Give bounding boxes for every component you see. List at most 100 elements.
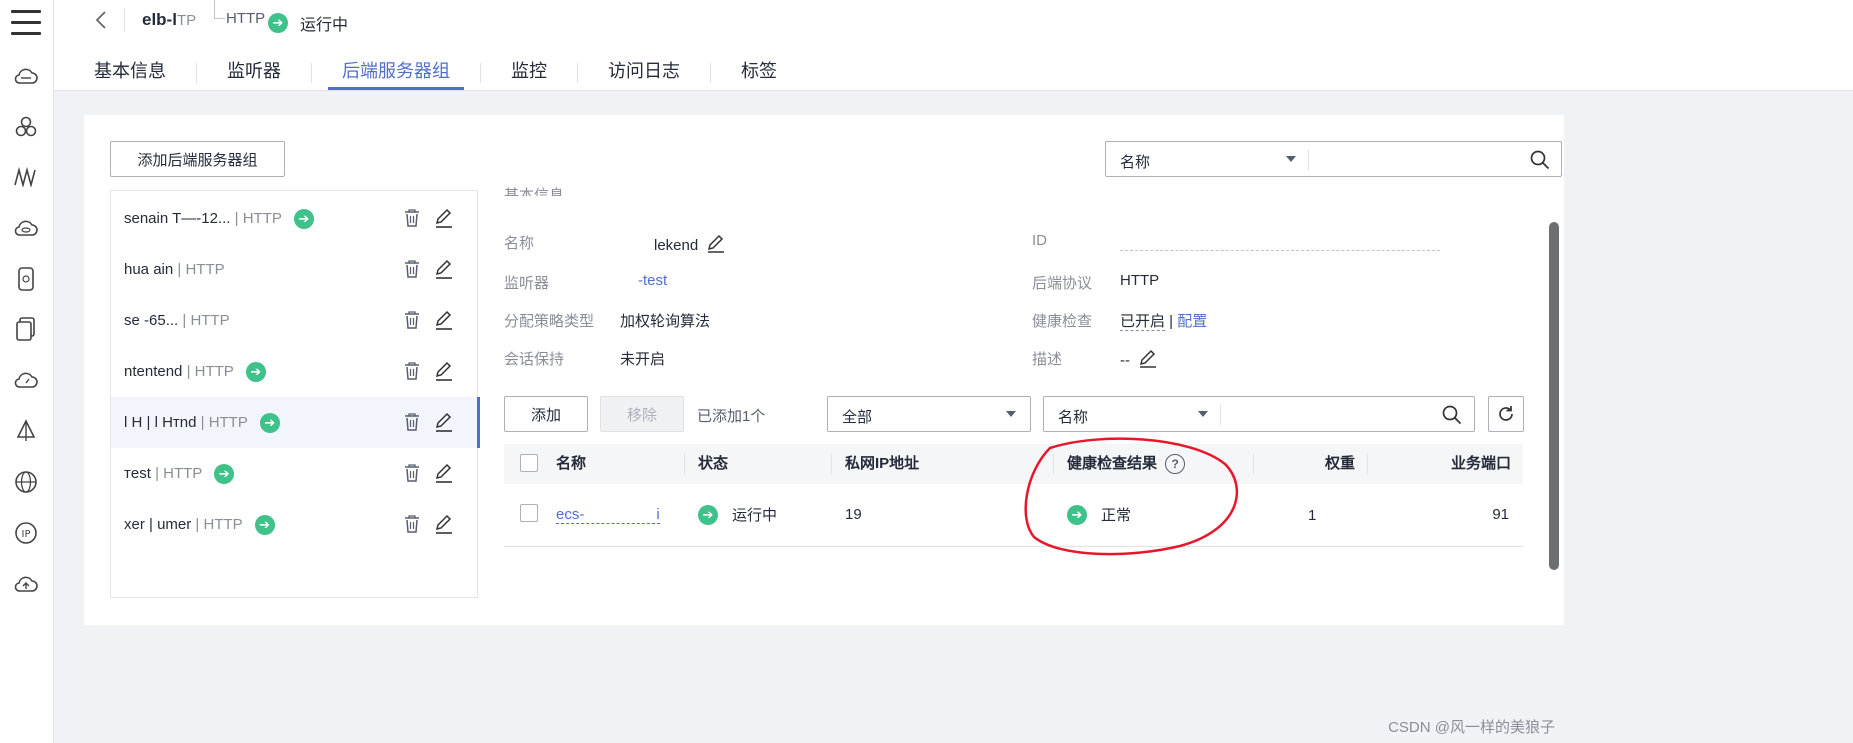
remove-member-button[interactable]: 移除 <box>600 396 684 432</box>
delete-icon[interactable] <box>404 362 420 380</box>
tab-access-logs[interactable]: 访问日志 <box>608 56 680 90</box>
tab-tags[interactable]: 标签 <box>741 56 777 90</box>
chevron-left-icon[interactable] <box>94 10 108 36</box>
group-name: тest | HTTP ➔ <box>124 463 235 484</box>
edit-icon[interactable] <box>434 361 454 381</box>
listener-link[interactable]: -test <box>638 272 667 289</box>
delete-icon[interactable] <box>404 413 420 431</box>
running-status-icon: ➔ <box>698 504 718 525</box>
description-label: 描述 <box>1032 351 1063 368</box>
col-name: 名称 <box>556 455 587 472</box>
tab-backend-server-groups[interactable]: 后端服务器组 <box>328 56 464 90</box>
edit-icon[interactable] <box>434 208 454 228</box>
group-name: hua ain | HTTP <box>124 261 225 278</box>
name-label: 名称 <box>504 235 535 252</box>
cloud-upload-icon[interactable] <box>11 570 41 600</box>
left-nav-rail: IP <box>0 0 54 743</box>
page-title: elb-lTP <box>142 10 197 29</box>
tab-basic-info[interactable]: 基本信息 <box>94 56 166 90</box>
group-name: ntentend | HTTP ➔ <box>124 361 266 382</box>
filter-select-value[interactable]: 名称 <box>1120 151 1150 172</box>
cloud-database-icon[interactable] <box>11 214 41 244</box>
health-config-link[interactable]: 配置 <box>1177 313 1207 330</box>
member-name-link[interactable]: ecs-i <box>556 506 660 524</box>
cloud-server-icon[interactable] <box>11 62 41 92</box>
edit-icon[interactable] <box>434 463 454 483</box>
name-value: lekend <box>654 233 726 257</box>
session-sticky-label: 会话保持 <box>504 351 565 368</box>
member-filter-select[interactable]: 名称 <box>1058 406 1088 427</box>
running-status-icon: ➔ <box>268 13 288 33</box>
col-private-ip: 私网IP地址 <box>845 455 920 472</box>
ip-icon[interactable]: IP <box>11 518 41 548</box>
running-status-icon: ➔ <box>254 514 275 535</box>
delete-icon[interactable] <box>404 464 420 482</box>
member-count: 已添加1个 <box>697 408 766 425</box>
member-search-input[interactable] <box>1228 401 1432 429</box>
container-icon[interactable] <box>11 314 41 344</box>
phone-icon[interactable] <box>11 264 41 294</box>
delete-icon[interactable] <box>404 311 420 329</box>
add-member-button[interactable]: 添加 <box>504 396 588 432</box>
edit-icon[interactable] <box>434 310 454 330</box>
vertical-scrollbar[interactable] <box>1549 222 1559 570</box>
col-weight: 权重 <box>1324 455 1355 472</box>
member-private-ip: 19 <box>845 506 862 523</box>
list-item[interactable]: xer | umer | HTTP ➔ <box>111 499 477 550</box>
edit-icon[interactable] <box>434 514 454 534</box>
backend-group-list: senain T—-12... | HTTP ➔ hua ain | HTTP se… <box>110 190 480 598</box>
backend-protocol-label: 后端协议 <box>1032 275 1093 292</box>
list-item[interactable]: ntentend | HTTP ➔ <box>111 346 477 397</box>
running-status-icon: ➔ <box>214 463 235 484</box>
edit-icon[interactable] <box>434 259 454 279</box>
edit-name-icon[interactable] <box>706 233 726 257</box>
health-check-label: 健康检查 <box>1032 313 1093 330</box>
chevron-down-icon[interactable] <box>1198 411 1208 417</box>
running-status-icon: ➔ <box>245 361 266 382</box>
cloud-dashboard-icon[interactable] <box>11 366 41 396</box>
section-title: 基本信息 <box>504 187 565 196</box>
member-weight: 1 <box>1308 507 1317 524</box>
status-badge: ➔ 运行中 <box>268 11 348 35</box>
listener-label: 监听器 <box>504 275 550 292</box>
edit-icon[interactable] <box>434 412 454 432</box>
backend-protocol-value: HTTP <box>1120 272 1160 289</box>
select-all-checkbox[interactable] <box>520 454 538 472</box>
group-search-input[interactable] <box>1316 146 1520 174</box>
tab-bar: 基本信息 监听器 后端服务器组 监控 访问日志 标签 <box>94 56 777 90</box>
refresh-button[interactable] <box>1488 396 1524 432</box>
list-item[interactable]: тest | HTTP ➔ <box>111 448 477 499</box>
cluster-icon[interactable] <box>11 112 41 142</box>
globe-icon[interactable] <box>11 467 41 497</box>
list-item[interactable]: l H | l Hтnd | HTTP ➔ <box>111 397 480 448</box>
list-item[interactable]: hua ain | HTTP <box>111 244 477 295</box>
tab-monitoring[interactable]: 监控 <box>511 56 547 90</box>
delete-icon[interactable] <box>404 515 420 533</box>
scope-select[interactable]: 全部 <box>827 396 1031 432</box>
network-icon[interactable] <box>11 162 41 192</box>
edit-description-icon[interactable] <box>1138 348 1158 372</box>
list-item[interactable]: senain T—-12... | HTTP ➔ <box>111 193 477 244</box>
annotation-circle <box>1024 437 1239 556</box>
list-item[interactable]: se -65... | HTTP <box>111 295 477 346</box>
lb-algorithm-label: 分配策略类型 <box>504 313 595 330</box>
group-name: senain T—-12... | HTTP ➔ <box>124 208 314 229</box>
group-name: l H | l Hтnd | HTTP ➔ <box>124 412 280 433</box>
chevron-down-icon[interactable] <box>1286 156 1296 162</box>
search-icon[interactable] <box>1530 150 1550 174</box>
menu-icon[interactable] <box>11 10 41 36</box>
sail-icon[interactable] <box>11 416 41 446</box>
delete-icon[interactable] <box>404 209 420 227</box>
row-checkbox[interactable] <box>520 504 538 522</box>
delete-icon[interactable] <box>404 260 420 278</box>
group-name: se -65... | HTTP <box>124 312 230 329</box>
id-label: ID <box>1032 232 1047 249</box>
member-search-box: 名称 <box>1043 396 1475 432</box>
header-protocol: HTTP <box>226 10 266 27</box>
add-backend-group-button[interactable]: 添加后端服务器组 <box>110 141 285 177</box>
session-sticky-value: 未开启 <box>620 351 666 368</box>
col-status: 状态 <box>698 455 729 472</box>
search-icon[interactable] <box>1442 405 1462 429</box>
tab-listeners[interactable]: 监听器 <box>227 56 281 90</box>
table-row: ecs-i ➔ 运行中 19 ➔ 正常 1 91 <box>504 484 1523 547</box>
